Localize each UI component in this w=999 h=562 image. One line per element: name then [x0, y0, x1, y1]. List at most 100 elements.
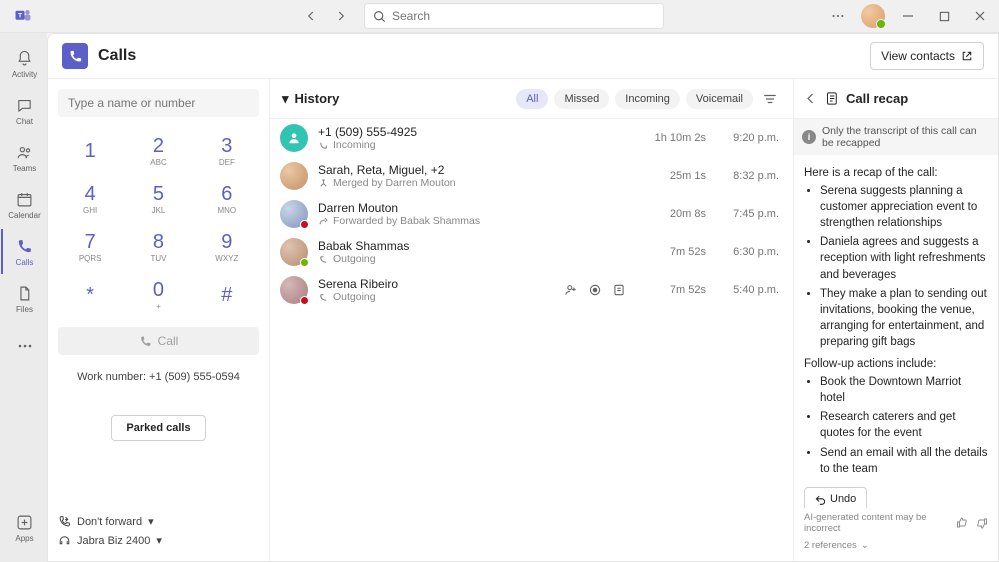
- thumbs-down-button[interactable]: [976, 517, 988, 529]
- row-sub: Merged by Darren Mouton: [318, 177, 636, 189]
- row-duration: 20m 8s: [646, 208, 706, 220]
- filter-button[interactable]: [759, 88, 781, 110]
- filter-missed[interactable]: Missed: [554, 89, 609, 109]
- window-maximize-button[interactable]: [931, 3, 957, 29]
- row-main: Darren Mouton Forwarded by Babak Shammas: [318, 201, 636, 227]
- view-contacts-label: View contacts: [881, 49, 955, 63]
- rail-calendar[interactable]: Calendar: [1, 182, 46, 227]
- rail-more[interactable]: [1, 323, 46, 368]
- keypad-key-3[interactable]: 3DEF: [193, 127, 261, 175]
- phone-icon: [139, 335, 152, 348]
- more-button[interactable]: [825, 3, 851, 29]
- rail-label: Activity: [12, 70, 37, 79]
- rail-activity[interactable]: Activity: [1, 41, 46, 86]
- filter-voicemail[interactable]: Voicemail: [686, 89, 753, 109]
- keypad-key-2[interactable]: 2ABC: [124, 127, 192, 175]
- rail-chat[interactable]: Chat: [1, 88, 46, 133]
- rail-label: Chat: [16, 117, 33, 126]
- keypad-key-7[interactable]: 7PQRS: [56, 223, 124, 271]
- history-row[interactable]: Serena Ribeiro Outgoing 7m 52s 5:40 p.m.: [270, 271, 793, 309]
- key-letters: PQRS: [79, 254, 102, 263]
- recap-bullet: Send an email with all the details to th…: [820, 445, 988, 477]
- parked-calls-button[interactable]: Parked calls: [111, 415, 205, 441]
- row-actions: [562, 281, 628, 299]
- history-row[interactable]: Darren Mouton Forwarded by Babak Shammas…: [270, 195, 793, 233]
- current-user-avatar[interactable]: [861, 4, 885, 28]
- keypad-key-4[interactable]: 4GHI: [56, 175, 124, 223]
- history-row[interactable]: +1 (509) 555-4925 Incoming 1h 10m 2s 9:2…: [270, 119, 793, 157]
- undo-label: Undo: [830, 492, 856, 507]
- history-header: ▾ History All Missed Incoming Voicemail: [270, 79, 793, 119]
- rail-apps[interactable]: Apps: [1, 505, 46, 550]
- undo-button[interactable]: Undo: [804, 487, 867, 508]
- undo-icon: [815, 494, 826, 505]
- keypad-key-5[interactable]: 5JKL: [124, 175, 192, 223]
- key-letters: WXYZ: [215, 254, 238, 263]
- record-icon[interactable]: [586, 281, 604, 299]
- recap-bullet: Serena suggests planning a customer appr…: [820, 183, 988, 231]
- app-rail: Activity Chat Teams Calendar Calls Files: [0, 33, 47, 562]
- filter-incoming[interactable]: Incoming: [615, 89, 680, 109]
- recap-back-button[interactable]: [804, 92, 817, 105]
- recap-bullets: Serena suggests planning a customer appr…: [804, 183, 988, 350]
- row-name: Darren Mouton: [318, 201, 636, 215]
- key-letters: JKL: [152, 206, 166, 215]
- add-contact-icon[interactable]: [562, 281, 580, 299]
- row-meta: 20m 8s 7:45 p.m.: [646, 208, 779, 220]
- keypad-key-1[interactable]: 1: [56, 127, 124, 175]
- window-minimize-button[interactable]: [895, 3, 921, 29]
- references-toggle[interactable]: 2 references ⌄: [804, 540, 988, 551]
- search-box[interactable]: [364, 3, 664, 29]
- rail-calls[interactable]: Calls: [1, 229, 46, 274]
- recap-body: Here is a recap of the call: Serena sugg…: [794, 155, 998, 508]
- view-contacts-button[interactable]: View contacts: [870, 42, 984, 70]
- history-row[interactable]: Sarah, Reta, Miguel, +2 Merged by Darren…: [270, 157, 793, 195]
- dial-input-wrap[interactable]: [58, 89, 259, 117]
- search-input[interactable]: [392, 9, 655, 23]
- row-time: 5:40 p.m.: [724, 284, 779, 296]
- file-icon: [15, 283, 35, 303]
- rail-label: Teams: [13, 164, 37, 173]
- device-label: Jabra Biz 2400: [77, 535, 150, 547]
- presence-badge: [300, 296, 309, 305]
- row-main: Serena Ribeiro Outgoing: [318, 277, 552, 303]
- history-list: +1 (509) 555-4925 Incoming 1h 10m 2s 9:2…: [270, 119, 793, 561]
- keypad-key-9[interactable]: 9WXYZ: [193, 223, 261, 271]
- chevron-down-icon: ⌄: [861, 540, 869, 551]
- dial-input[interactable]: [68, 96, 249, 110]
- forward-setting[interactable]: Don't forward ▾: [58, 515, 259, 528]
- key-digit: 1: [85, 140, 96, 163]
- search-icon: [373, 10, 386, 23]
- transcript-icon[interactable]: [610, 281, 628, 299]
- row-name: Serena Ribeiro: [318, 277, 552, 291]
- keypad-key-6[interactable]: 6MNO: [193, 175, 261, 223]
- history-row[interactable]: Babak Shammas Outgoing 7m 52s 6:30 p.m.: [270, 233, 793, 271]
- history-title: ▾ History: [282, 91, 339, 107]
- nav-forward-button[interactable]: [328, 3, 354, 29]
- thumbs-up-button[interactable]: [956, 517, 968, 529]
- nav-back-button[interactable]: [298, 3, 324, 29]
- key-digit: 8: [153, 231, 164, 254]
- device-setting[interactable]: Jabra Biz 2400 ▾: [58, 534, 259, 547]
- presence-badge: [300, 220, 309, 229]
- history-panel: ▾ History All Missed Incoming Voicemail …: [270, 79, 793, 561]
- keypad-key-*[interactable]: *: [56, 271, 124, 319]
- recap-bullet: Research caterers and get quotes for the…: [820, 409, 988, 441]
- call-direction-icon: [318, 178, 329, 189]
- filter-all[interactable]: All: [516, 89, 548, 109]
- row-duration: 25m 1s: [646, 170, 706, 182]
- call-button[interactable]: Call: [58, 327, 259, 355]
- avatar: [280, 238, 308, 266]
- keypad-key-0[interactable]: 0+: [124, 271, 192, 319]
- row-sub: Outgoing: [318, 291, 552, 303]
- avatar: [280, 162, 308, 190]
- rail-files[interactable]: Files: [1, 276, 46, 321]
- keypad-key-8[interactable]: 8TUV: [124, 223, 192, 271]
- row-duration: 7m 52s: [646, 284, 706, 296]
- call-label: Call: [158, 334, 179, 348]
- keypad-key-#[interactable]: #: [193, 271, 261, 319]
- key-digit: 7: [85, 231, 96, 254]
- window-close-button[interactable]: [967, 3, 993, 29]
- title-bar: T: [0, 0, 999, 33]
- rail-teams[interactable]: Teams: [1, 135, 46, 180]
